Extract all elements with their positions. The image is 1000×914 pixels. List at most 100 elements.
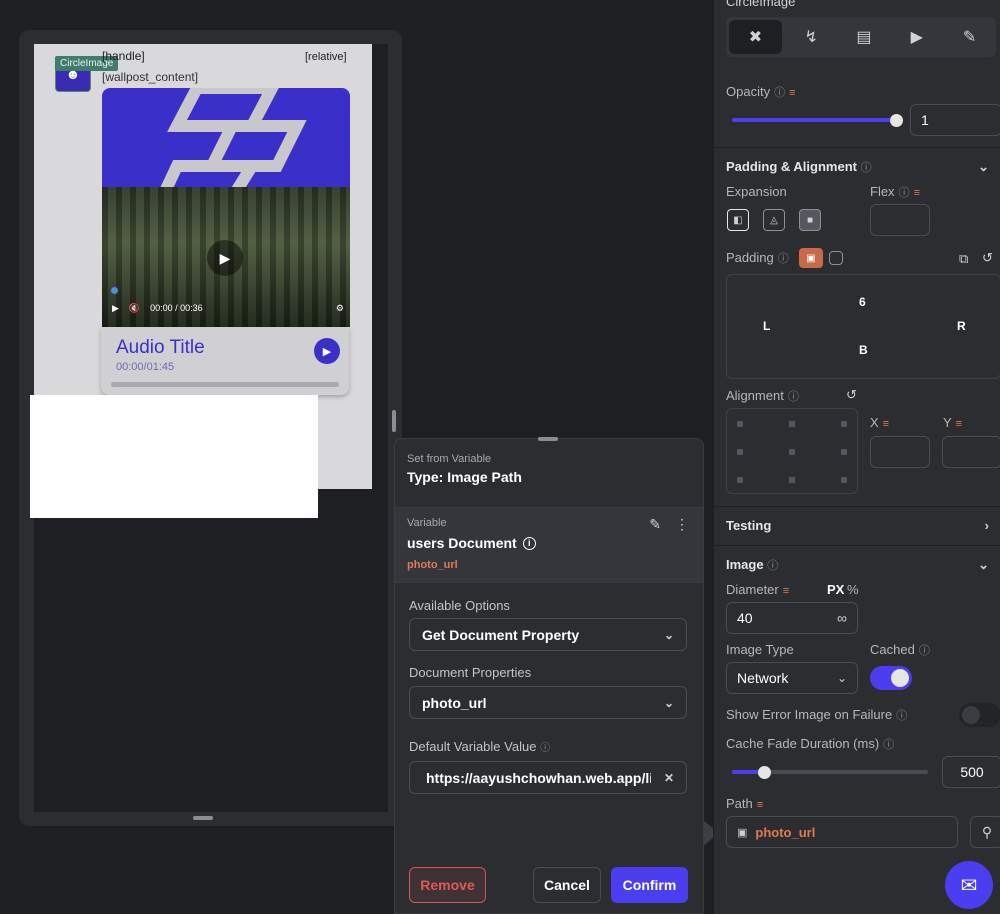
unit-px-toggle[interactable]: PX: [827, 582, 844, 597]
search-icon[interactable]: ⚲: [970, 816, 1000, 848]
info-icon[interactable]: ⓘ: [540, 743, 550, 754]
info-icon[interactable]: ⓘ: [883, 739, 894, 751]
tab-notes[interactable]: ✎: [943, 17, 996, 57]
info-icon[interactable]: ⓘ: [778, 253, 789, 265]
padding-left-value[interactable]: L: [763, 319, 770, 333]
audio-progress-bar[interactable]: [111, 382, 339, 387]
image-header[interactable]: Image ⓘ ⌄: [714, 545, 1000, 583]
resize-handle-vertical[interactable]: [392, 410, 396, 432]
padding-alignment-header[interactable]: Padding & Alignment ⓘ ⌄: [714, 147, 1000, 185]
expansion-expanded-icon[interactable]: ■: [799, 209, 821, 231]
path-input[interactable]: ▣ photo_url: [726, 816, 958, 848]
unit-percent-toggle[interactable]: %: [847, 582, 859, 597]
widget-name: CircleImage: [726, 0, 796, 9]
opacity-slider-track[interactable]: [732, 118, 898, 122]
expansion-flexible-icon[interactable]: ◬: [763, 209, 785, 231]
relative-text: [relative]: [305, 51, 347, 63]
play-icon[interactable]: ▶: [112, 303, 119, 314]
remove-button[interactable]: Remove: [409, 867, 486, 903]
info-icon[interactable]: ⓘ: [774, 87, 785, 99]
document-properties-select[interactable]: photo_url ⌄: [409, 686, 687, 719]
tab-properties[interactable]: ✖: [729, 20, 782, 54]
x-input[interactable]: [870, 436, 930, 468]
variable-section: Variable users Document i photo_url ✎ ⋮: [395, 507, 703, 583]
chevron-down-icon: ⌄: [836, 671, 847, 685]
set-variable-icon[interactable]: ≡: [914, 187, 920, 199]
wallpost-content-text: [wallpost_content]: [102, 70, 199, 84]
set-variable-icon[interactable]: ≡: [883, 418, 889, 430]
video-progress-dot[interactable]: [111, 287, 118, 294]
mute-icon[interactable]: 🔇: [129, 303, 140, 314]
info-icon[interactable]: ⓘ: [919, 645, 930, 657]
cached-label: Cached ⓘ: [870, 642, 930, 658]
info-icon[interactable]: ⓘ: [896, 710, 907, 722]
padding-mode-toggle: ▣: [799, 248, 853, 268]
set-variable-icon[interactable]: ≡: [757, 799, 763, 811]
info-icon[interactable]: i: [522, 536, 536, 550]
default-value-input[interactable]: https://aayushchowhan.web.app/li ✕: [409, 761, 687, 794]
empty-container[interactable]: [30, 395, 318, 518]
cached-label-text: Cached: [870, 642, 915, 657]
clear-icon[interactable]: ✕: [664, 771, 674, 785]
x-label: X ≡: [870, 415, 889, 430]
properties-panel: CircleImage ✖ ↯ ▤ ▶ ✎ Opacity ⓘ ≡ 1 Paddin…: [713, 0, 1000, 914]
edit-icon[interactable]: ✎: [649, 516, 661, 533]
image-type-select[interactable]: Network ⌄: [726, 662, 858, 694]
variable-field: photo_url: [407, 559, 458, 571]
audio-play-icon[interactable]: ▶: [314, 338, 340, 364]
resize-handle-horizontal[interactable]: [193, 816, 213, 820]
tab-animations[interactable]: ▶: [890, 17, 943, 57]
video-time: 00:00 / 00:36: [150, 303, 203, 313]
cache-fade-slider-thumb[interactable]: [758, 766, 771, 779]
set-from-variable-dialog: Set from Variable Type: Image Path Varia…: [394, 437, 704, 914]
infinity-icon[interactable]: ∞: [837, 610, 847, 626]
alignment-grid[interactable]: [726, 408, 858, 494]
padding-individual-icon[interactable]: [829, 251, 843, 265]
diameter-input[interactable]: 40 ∞: [726, 602, 858, 634]
opacity-input[interactable]: 1: [910, 104, 1000, 136]
info-icon[interactable]: ⓘ: [899, 187, 910, 199]
padding-all-icon[interactable]: ▣: [799, 248, 823, 268]
available-options-select[interactable]: Get Document Property ⌄: [409, 618, 687, 651]
copy-icon[interactable]: ⧉: [959, 251, 968, 267]
available-options-value: Get Document Property: [422, 626, 580, 643]
info-icon[interactable]: ⓘ: [788, 391, 799, 403]
show-error-label: Show Error Image on Failure ⓘ: [726, 707, 907, 723]
flex-input[interactable]: [870, 204, 930, 236]
testing-header[interactable]: Testing ›: [714, 506, 1000, 544]
set-variable-icon[interactable]: ≡: [956, 418, 962, 430]
info-icon[interactable]: ⓘ: [767, 560, 778, 572]
set-variable-icon[interactable]: ≡: [789, 87, 795, 99]
confirm-button[interactable]: Confirm: [611, 867, 688, 903]
more-vertical-icon[interactable]: ⋮: [675, 516, 689, 533]
reset-alignment-icon[interactable]: ↺: [846, 387, 857, 403]
cache-fade-label: Cache Fade Duration (ms) ⓘ: [726, 736, 894, 752]
flex-label: Flex ⓘ ≡: [870, 184, 920, 200]
padding-label-text: Padding: [726, 250, 774, 265]
reset-icon[interactable]: ↺: [982, 250, 993, 266]
padding-right-value[interactable]: R: [957, 319, 966, 333]
info-icon[interactable]: ⓘ: [861, 162, 872, 174]
tab-actions[interactable]: ↯: [785, 17, 838, 57]
post-image[interactable]: [102, 88, 350, 187]
path-value: photo_url: [755, 824, 816, 840]
cached-toggle[interactable]: [870, 666, 912, 690]
opacity-slider-thumb[interactable]: [890, 114, 903, 127]
padding-editor[interactable]: 6 L R B: [726, 274, 1000, 379]
cache-fade-input[interactable]: 500: [942, 756, 1000, 788]
cancel-button[interactable]: Cancel: [533, 867, 601, 903]
show-error-toggle[interactable]: [959, 703, 1000, 727]
gear-icon[interactable]: ⚙: [336, 303, 344, 314]
expansion-default-icon[interactable]: ◧: [727, 209, 749, 231]
set-variable-icon[interactable]: ≡: [783, 585, 789, 597]
image-type-value: Network: [737, 670, 789, 686]
path-label-text: Path: [726, 796, 753, 811]
padding-bottom-value[interactable]: B: [859, 343, 868, 357]
handle-text: [handle]: [102, 49, 145, 63]
chat-support-icon[interactable]: ✉: [945, 861, 993, 909]
y-input[interactable]: [942, 436, 1000, 468]
tab-backend[interactable]: ▤: [838, 17, 891, 57]
padding-top-value[interactable]: 6: [859, 295, 866, 309]
play-icon[interactable]: ▶: [207, 240, 243, 276]
x-label-text: X: [870, 415, 879, 430]
